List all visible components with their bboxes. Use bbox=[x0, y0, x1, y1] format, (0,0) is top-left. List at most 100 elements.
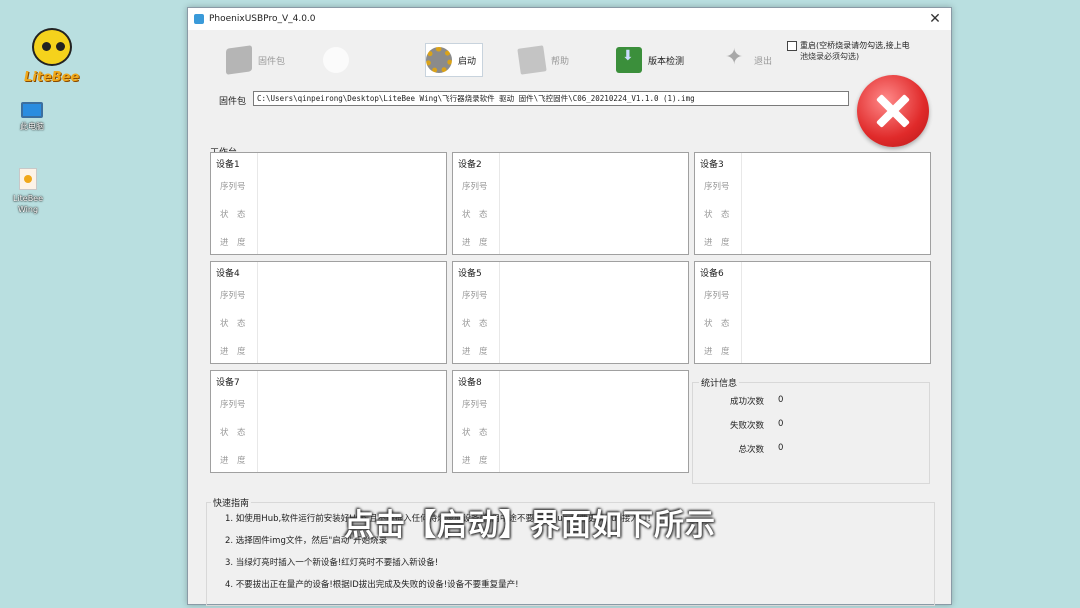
divider bbox=[257, 262, 258, 363]
device-name: 设备4 bbox=[216, 269, 240, 279]
divider bbox=[499, 371, 500, 472]
stop-button[interactable] bbox=[857, 75, 929, 147]
firmware-label: 固件包 bbox=[219, 97, 247, 107]
guide-line: 4. 不要拔出正在量产的设备!根据ID拔出完成及失败的设备!设备不要重复量产! bbox=[225, 580, 519, 590]
button-label: 帮助 bbox=[551, 56, 570, 67]
device-panel: 设备8 序列号状 态进 度 bbox=[452, 370, 689, 473]
stats-label: 成功次数 bbox=[729, 397, 764, 407]
desktop-icon-litebee-wing[interactable]: LiteBee Wing bbox=[0, 168, 56, 215]
status-label: 状 态 bbox=[220, 210, 246, 220]
stats-value: 0 bbox=[778, 395, 784, 405]
serial-label: 序列号 bbox=[462, 291, 488, 301]
blank-circle-icon bbox=[323, 47, 349, 73]
gear-icon bbox=[426, 47, 452, 73]
device-panel: 设备1 序列号状 态进 度 bbox=[210, 152, 447, 255]
serial-label: 序列号 bbox=[462, 400, 488, 410]
firmware-path-field[interactable]: C:\Users\qinpeirong\Desktop\LiteBee Wing… bbox=[253, 91, 849, 106]
divider bbox=[257, 371, 258, 472]
divider bbox=[499, 262, 500, 363]
button-label: 启动 bbox=[458, 56, 477, 67]
divider bbox=[499, 153, 500, 254]
serial-label: 序列号 bbox=[704, 291, 730, 301]
device-name: 设备6 bbox=[700, 269, 724, 279]
stats-title: 统计信息 bbox=[699, 376, 740, 389]
stats-value: 0 bbox=[778, 419, 784, 429]
status-label: 状 态 bbox=[462, 210, 488, 220]
divider bbox=[741, 262, 742, 363]
desktop-icon-this-pc[interactable]: 此电脑 bbox=[4, 102, 60, 132]
logo-text: LiteBee bbox=[24, 70, 80, 85]
device-panel: 设备2 序列号状 态进 度 bbox=[452, 152, 689, 255]
exit-person-icon bbox=[722, 45, 748, 73]
video-caption: 点击【启动】界面如下所示 bbox=[344, 508, 716, 543]
serial-label: 序列号 bbox=[220, 182, 246, 192]
start-button[interactable]: 启动 bbox=[425, 43, 484, 77]
stats-label: 失败次数 bbox=[729, 421, 764, 431]
status-label: 状 态 bbox=[462, 428, 488, 438]
bee-eye-left-icon bbox=[42, 42, 51, 51]
file-icon bbox=[19, 168, 37, 190]
button-label: 版本检测 bbox=[648, 56, 685, 67]
window-title: PhoenixUSBPro_V_4.0.0 bbox=[209, 14, 316, 24]
device-name: 设备2 bbox=[458, 160, 482, 170]
desktop-icon-label: LiteBee bbox=[12, 194, 44, 203]
device-name: 设备5 bbox=[458, 269, 482, 279]
button-label: 固件包 bbox=[258, 56, 286, 67]
package-icon bbox=[226, 45, 252, 75]
download-icon bbox=[616, 47, 642, 73]
guide-title: 快速指南 bbox=[211, 496, 252, 509]
device-name: 设备3 bbox=[700, 160, 724, 170]
status-label: 状 态 bbox=[704, 319, 730, 329]
serial-label: 序列号 bbox=[704, 182, 730, 192]
app-icon bbox=[194, 14, 204, 24]
device-panel: 设备5 序列号状 态进 度 bbox=[452, 261, 689, 364]
progress-label: 进 度 bbox=[220, 238, 246, 248]
serial-label: 序列号 bbox=[220, 400, 246, 410]
progress-label: 进 度 bbox=[220, 347, 246, 357]
divider bbox=[257, 153, 258, 254]
statistics-panel: 统计信息 成功次数 0 失败次数 0 总次数 0 bbox=[692, 376, 930, 484]
serial-label: 序列号 bbox=[462, 182, 488, 192]
firmware-package-button[interactable]: 固件包 bbox=[226, 43, 285, 77]
progress-label: 进 度 bbox=[462, 238, 488, 248]
desktop-icon-label: 此电脑 bbox=[20, 122, 44, 131]
stats-value: 0 bbox=[778, 443, 784, 453]
progress-label: 进 度 bbox=[462, 456, 488, 466]
restart-label-line2: 池烧录必须勾选) bbox=[800, 52, 860, 61]
help-button[interactable]: 帮助 bbox=[517, 43, 570, 77]
button-label: 退出 bbox=[754, 56, 773, 67]
device-name: 设备8 bbox=[458, 378, 482, 388]
litebee-logo: LiteBee bbox=[20, 20, 86, 90]
book-icon bbox=[517, 45, 547, 75]
restart-checkbox[interactable]: 重启(空桥烧录请勿勾选,接上电 池烧录必须勾选) bbox=[787, 40, 947, 62]
status-label: 状 态 bbox=[462, 319, 488, 329]
stats-label: 总次数 bbox=[738, 445, 764, 455]
exit-button[interactable]: 退出 bbox=[722, 43, 772, 77]
status-label: 状 态 bbox=[704, 210, 730, 220]
close-button[interactable]: ✕ bbox=[919, 11, 951, 27]
guide-line: 3. 当绿灯亮时插入一个新设备!红灯亮时不要插入新设备! bbox=[225, 558, 439, 568]
device-panel: 设备3 序列号状 态进 度 bbox=[694, 152, 931, 255]
progress-label: 进 度 bbox=[220, 456, 246, 466]
bee-eye-right-icon bbox=[56, 42, 65, 51]
bee-face-icon bbox=[32, 28, 72, 66]
desktop-icon-label: Wing bbox=[17, 205, 39, 214]
status-label: 状 态 bbox=[220, 428, 246, 438]
device-name: 设备7 bbox=[216, 378, 240, 388]
progress-label: 进 度 bbox=[704, 238, 730, 248]
progress-label: 进 度 bbox=[462, 347, 488, 357]
device-name: 设备1 bbox=[216, 160, 240, 170]
progress-label: 进 度 bbox=[704, 347, 730, 357]
status-label: 状 态 bbox=[220, 319, 246, 329]
serial-label: 序列号 bbox=[220, 291, 246, 301]
device-panel: 设备4 序列号状 态进 度 bbox=[210, 261, 447, 364]
version-check-button[interactable]: 版本检测 bbox=[616, 43, 684, 77]
restart-label-line1: 重启(空桥烧录请勿勾选,接上电 bbox=[800, 41, 910, 50]
computer-icon bbox=[21, 102, 43, 118]
blank-toolbar-slot bbox=[323, 43, 355, 77]
title-bar[interactable]: PhoenixUSBPro_V_4.0.0 ✕ bbox=[188, 8, 951, 30]
device-panel: 设备7 序列号状 态进 度 bbox=[210, 370, 447, 473]
device-panel: 设备6 序列号状 态进 度 bbox=[694, 261, 931, 364]
divider bbox=[741, 153, 742, 254]
checkbox-box[interactable] bbox=[787, 41, 797, 51]
